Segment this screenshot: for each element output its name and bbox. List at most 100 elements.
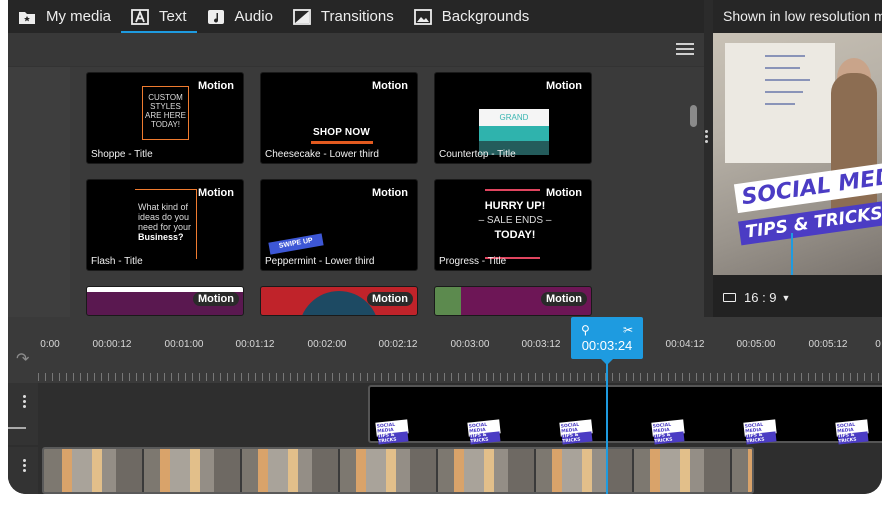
tab-label: Audio (234, 8, 273, 25)
clip-thumbnail: SOCIAL MEDIA TIPS & TRICKS (651, 419, 685, 445)
whiteboard-line (765, 103, 795, 105)
aspect-ratio-icon (723, 293, 736, 302)
tab-text[interactable]: Text (121, 0, 197, 33)
playhead-time: 00:03:24 (581, 338, 633, 353)
panel-resize-handle[interactable] (705, 130, 709, 145)
transition-icon (293, 8, 311, 25)
aspect-ratio-select[interactable]: 16 : 9 ▼ (723, 290, 790, 305)
tab-audio[interactable]: Audio (197, 0, 283, 33)
tick-label: 00:03:00 (450, 339, 490, 350)
motion-badge: Motion (371, 80, 408, 92)
frame-divider (632, 449, 634, 492)
browser-scrollbar[interactable] (690, 105, 697, 127)
video-editor-window: My media Text Audio Transitions Backgrou… (8, 0, 882, 494)
redo-icon[interactable]: ↷ (16, 349, 29, 369)
motion-badge: Motion (545, 80, 582, 92)
clip-thumb-line2: TIPS & TRICKS (745, 431, 777, 445)
template-art-line1: HURRY UP! (484, 200, 546, 212)
playhead-line[interactable] (606, 359, 608, 494)
template-name: Flash - Title (91, 256, 143, 267)
motion-badge: Motion (197, 80, 234, 92)
tick-label: 00:00:12 (92, 339, 132, 350)
frame-divider (338, 449, 340, 492)
clip-thumb-line2: TIPS & TRICKS (837, 431, 869, 445)
frame-divider (240, 449, 242, 492)
music-note-icon (207, 9, 224, 24)
tab-label: My media (46, 8, 112, 25)
motion-badge: Motion (192, 292, 239, 306)
template-art-line3: TODAY! (494, 229, 536, 241)
timeline: ↷ 0:00 00:00:12 00:01:00 00:01:12 00:02:… (8, 317, 882, 494)
template-art-bar (311, 141, 373, 144)
tick-label: 00:02:12 (378, 339, 418, 350)
template-card-partial[interactable]: Motion (86, 286, 244, 316)
tick-label: 00:04:12 (665, 339, 705, 350)
template-art: What kind of ideas do you need for your … (135, 189, 197, 259)
track-separator (8, 427, 26, 429)
template-art-bold: Business? (138, 232, 184, 242)
tab-my-media[interactable]: My media (8, 0, 121, 33)
motion-badge: Motion (540, 292, 587, 306)
tick-label: 00:05:00 (736, 339, 776, 350)
ruler-ticks (38, 373, 882, 381)
text-clip[interactable]: SOCIAL MEDIA TIPS & TRICKS SOCIAL MEDIA TI… (368, 385, 882, 445)
motion-badge: Motion (371, 187, 408, 199)
image-icon (413, 8, 432, 25)
template-card-peppermint[interactable]: SWIPE UP Motion Peppermint - Lower third (260, 179, 418, 271)
template-art-bar (485, 189, 540, 191)
scissors-icon[interactable]: ✂ (623, 323, 633, 337)
media-tabs: My media Text Audio Transitions Backgrou… (8, 0, 704, 33)
tab-backgrounds[interactable]: Backgrounds (404, 0, 540, 33)
track-menu-icon[interactable] (23, 395, 26, 410)
tab-label: Backgrounds (441, 8, 530, 25)
whiteboard-line (765, 79, 810, 81)
template-card-shoppe[interactable]: CUSTOM STYLES ARE HERE TODAY! Motion Sho… (86, 72, 244, 164)
template-name: Cheesecake - Lower third (265, 149, 379, 160)
tick-label: 0 (875, 339, 881, 350)
template-card-cheesecake[interactable]: SHOP NOW Motion Cheesecake - Lower third (260, 72, 418, 164)
motion-badge: Motion (366, 292, 413, 306)
template-art-text: What kind of ideas do you need for your (138, 202, 192, 232)
motion-badge: Motion (545, 187, 582, 199)
tab-transitions[interactable]: Transitions (283, 0, 404, 33)
frame-divider (730, 449, 732, 492)
tick-label: 00:02:00 (307, 339, 347, 350)
timeline-ruler[interactable]: ↷ 0:00 00:00:12 00:01:00 00:01:12 00:02:… (8, 317, 882, 383)
clip-thumb-line2: TIPS & TRICKS (469, 431, 501, 445)
clip-thumbnail: SOCIAL MEDIA TIPS & TRICKS (559, 419, 593, 445)
clip-thumb-line2: TIPS & TRICKS (561, 431, 593, 445)
video-track-header (8, 447, 38, 494)
clip-thumb-line2: TIPS & TRICKS (377, 431, 409, 445)
frame-divider (534, 449, 536, 492)
motion-badge: Motion (197, 187, 234, 199)
template-art: GRAND OPENING! (479, 109, 549, 139)
frame-divider (436, 449, 438, 492)
caret-down-icon: ▼ (781, 292, 791, 303)
video-preview[interactable]: SOCIAL MEDIA TIPS & TRICKS (713, 33, 882, 275)
marker-pin-icon[interactable]: ⚲ (581, 323, 590, 337)
template-art: CUSTOM STYLES ARE HERE TODAY! (142, 86, 189, 140)
tick-label: 00:01:12 (235, 339, 275, 350)
template-name: Progress - Title (439, 256, 507, 267)
template-card-progress[interactable]: HURRY UP! – SALE ENDS – TODAY! Motion Pr… (434, 179, 592, 271)
aspect-ratio-value: 16 : 9 (744, 290, 777, 305)
whiteboard-line (765, 91, 803, 93)
template-card-partial[interactable]: Motion (434, 286, 592, 316)
menu-icon[interactable] (676, 43, 694, 57)
template-art: SWIPE UP (268, 233, 324, 255)
template-art: SHOP NOW (313, 127, 370, 138)
text-track-header (8, 383, 38, 445)
tab-label: Transitions (320, 8, 394, 25)
template-art: HURRY UP! – SALE ENDS – TODAY! (465, 189, 565, 259)
tick-label: 00:05:12 (808, 339, 848, 350)
template-card-flash[interactable]: What kind of ideas do you need for your … (86, 179, 244, 271)
low-resolution-notice: Shown in low resolution m (713, 0, 882, 33)
video-clip[interactable] (42, 447, 754, 494)
track-menu-icon[interactable] (23, 459, 26, 474)
template-card-partial[interactable]: Motion (260, 286, 418, 316)
playhead-handle[interactable]: ⚲ ✂ 00:03:24 (571, 317, 643, 359)
tick-label: 0:00 (40, 339, 60, 350)
template-card-countertop[interactable]: GRAND OPENING! Motion Countertop - Title (434, 72, 592, 164)
template-name: Shoppe - Title (91, 149, 153, 160)
clip-thumbnail: SOCIAL MEDIA TIPS & TRICKS (467, 419, 501, 445)
